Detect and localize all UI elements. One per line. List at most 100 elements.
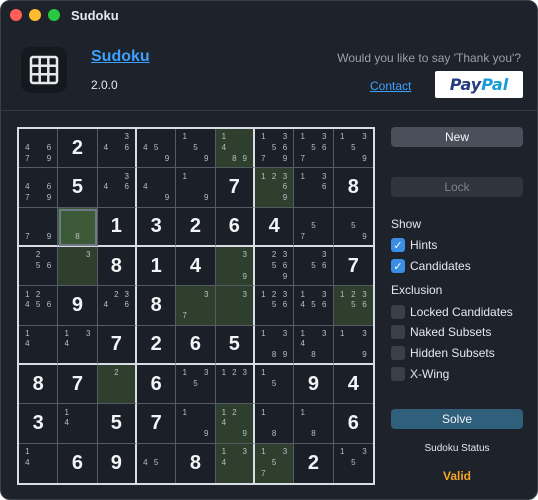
contact-link[interactable]: Contact — [370, 79, 411, 93]
board-cell[interactable]: 6 — [176, 325, 216, 365]
board-cell[interactable]: 9 — [98, 443, 137, 483]
board-cell[interactable]: 1 3 89 — [254, 325, 295, 365]
board-cell[interactable]: 59 — [333, 208, 373, 247]
board-cell[interactable]: 5 — [58, 168, 98, 208]
board-cell[interactable]: 8 — [136, 286, 177, 326]
board-cell[interactable]: 19 — [176, 168, 216, 208]
board-cell[interactable]: 8 — [19, 364, 59, 405]
board-cell[interactable]: 6 — [333, 404, 373, 444]
hidden-subsets-checkbox[interactable]: Hidden Subsets — [391, 346, 495, 360]
board-cell[interactable]: 3 — [58, 246, 98, 287]
board-cell[interactable]: 1 — [97, 207, 137, 247]
board-cell[interactable]: 1 359 — [333, 129, 373, 169]
board-cell[interactable]: 14 — [19, 325, 59, 365]
board-cell[interactable]: 1 — [136, 246, 177, 287]
board-cell[interactable]: 14 — [58, 404, 98, 444]
board-cell[interactable]: 459 — [136, 129, 177, 169]
board-cell[interactable]: 5 — [97, 404, 137, 444]
board-cell[interactable]: 124 9 — [215, 404, 255, 444]
lock-button[interactable]: Lock — [391, 177, 523, 197]
board-cell[interactable]: 1 3 4 — [58, 325, 98, 365]
board-cell[interactable]: 3 4 6 — [97, 168, 137, 208]
hints-checkbox[interactable]: ✓ Hints — [391, 238, 437, 252]
board-cell[interactable]: 8 — [58, 207, 98, 247]
app-name-link[interactable]: Sudoku — [91, 48, 150, 66]
board-cell[interactable]: 4 6 7 9 — [19, 129, 59, 169]
new-button[interactable]: New — [391, 127, 523, 147]
board-cell[interactable]: 57 — [294, 207, 334, 247]
zoom-button[interactable] — [48, 9, 60, 21]
locked-candidates-checkbox[interactable]: Locked Candidates — [391, 305, 513, 319]
board-cell[interactable]: 7 — [97, 325, 137, 365]
candidate-digit — [44, 211, 55, 221]
board-cell[interactable]: 8 — [176, 443, 216, 483]
board-cell[interactable]: 15 — [254, 364, 295, 405]
board-cell[interactable]: 14 — [19, 443, 59, 483]
board-cell[interactable]: 9 — [58, 286, 98, 326]
board-cell[interactable]: 1 356 7 9 — [254, 129, 295, 169]
board-cell[interactable]: 3 4 6 — [97, 129, 137, 169]
board-cell[interactable]: 356 — [294, 246, 334, 287]
naked-subsets-checkbox[interactable]: Naked Subsets — [391, 325, 491, 339]
board-cell[interactable]: 2 — [176, 207, 216, 247]
board-cell[interactable]: 45 — [137, 443, 177, 483]
board-cell[interactable]: 23569 — [254, 246, 295, 287]
candidate-digit — [33, 469, 44, 480]
board-cell[interactable]: 7 — [333, 247, 373, 287]
board-cell[interactable]: 1 357 — [254, 443, 295, 483]
board-cell[interactable]: 37 — [176, 286, 216, 326]
board-cell[interactable]: 3 — [215, 286, 255, 326]
board-cell[interactable]: 7 — [215, 168, 255, 208]
board-cell[interactable]: 19 — [176, 404, 216, 444]
x-wing-checkbox[interactable]: X-Wing — [391, 367, 449, 381]
board-cell[interactable]: 256 — [19, 246, 59, 287]
board-cell[interactable]: 79 — [19, 207, 59, 247]
board-cell[interactable]: 1 3 9 — [333, 326, 373, 365]
board-cell[interactable]: 2 — [294, 443, 334, 483]
board-cell[interactable]: 1 35 — [176, 364, 216, 405]
board-cell[interactable]: 2 — [58, 129, 98, 169]
solve-button[interactable]: Solve — [391, 409, 523, 429]
board-cell[interactable]: 159 — [176, 129, 216, 169]
board-cell[interactable]: 49 — [136, 168, 177, 208]
close-button[interactable] — [10, 9, 22, 21]
candidate-digit — [229, 390, 239, 401]
board-cell[interactable]: 12356 — [254, 286, 295, 326]
board-cell[interactable]: 1 3 456 — [294, 286, 334, 326]
board-cell[interactable]: 39 — [215, 246, 255, 287]
board-cell[interactable]: 9 — [294, 364, 334, 405]
board-cell[interactable]: 3 — [136, 207, 177, 247]
board-cell[interactable]: 1 3 48 — [294, 325, 334, 365]
board-cell[interactable]: 4 — [333, 365, 373, 405]
paypal-button[interactable]: Pay Pal — [435, 71, 523, 98]
board-cell[interactable]: 1 356 7 — [294, 129, 334, 169]
board-cell[interactable]: 6 — [136, 364, 177, 405]
board-cell[interactable]: 7 — [58, 364, 98, 405]
board-cell[interactable]: 5 — [215, 325, 255, 365]
board-cell[interactable]: 18 — [254, 404, 295, 444]
board-cell[interactable]: 18 — [294, 404, 334, 444]
board-cell[interactable]: 2 — [136, 325, 177, 365]
board-cell[interactable]: 7 — [136, 404, 177, 444]
board-cell[interactable]: 1 36 — [294, 168, 334, 208]
board-cell[interactable]: 6 — [215, 207, 255, 247]
board-cell[interactable]: 1489 — [215, 129, 255, 169]
board-cell[interactable]: 12369 — [254, 168, 295, 208]
board-cell[interactable]: 23 4 6 — [97, 286, 137, 326]
board-cell[interactable]: 1 3 4 — [215, 443, 255, 483]
board-cell[interactable]: 6 — [58, 443, 98, 483]
candidate-digit — [111, 171, 121, 182]
candidates-checkbox[interactable]: ✓ Candidates — [391, 259, 471, 273]
board-cell[interactable]: 8 — [97, 246, 137, 287]
board-cell[interactable]: 123 — [215, 364, 255, 405]
board-cell[interactable]: 12456 — [19, 286, 59, 326]
board-cell[interactable]: 1 35 — [334, 444, 373, 483]
board-cell[interactable]: 4 — [176, 246, 216, 287]
board-cell[interactable]: 3 — [19, 404, 59, 444]
board-cell[interactable]: 4 — [254, 207, 295, 247]
board-cell[interactable]: 12356 — [333, 286, 373, 326]
board-cell[interactable]: 4 6 7 9 — [19, 168, 59, 208]
board-cell[interactable]: 8 — [333, 168, 373, 208]
board-cell[interactable]: 2 — [97, 364, 137, 405]
minimize-button[interactable] — [29, 9, 41, 21]
